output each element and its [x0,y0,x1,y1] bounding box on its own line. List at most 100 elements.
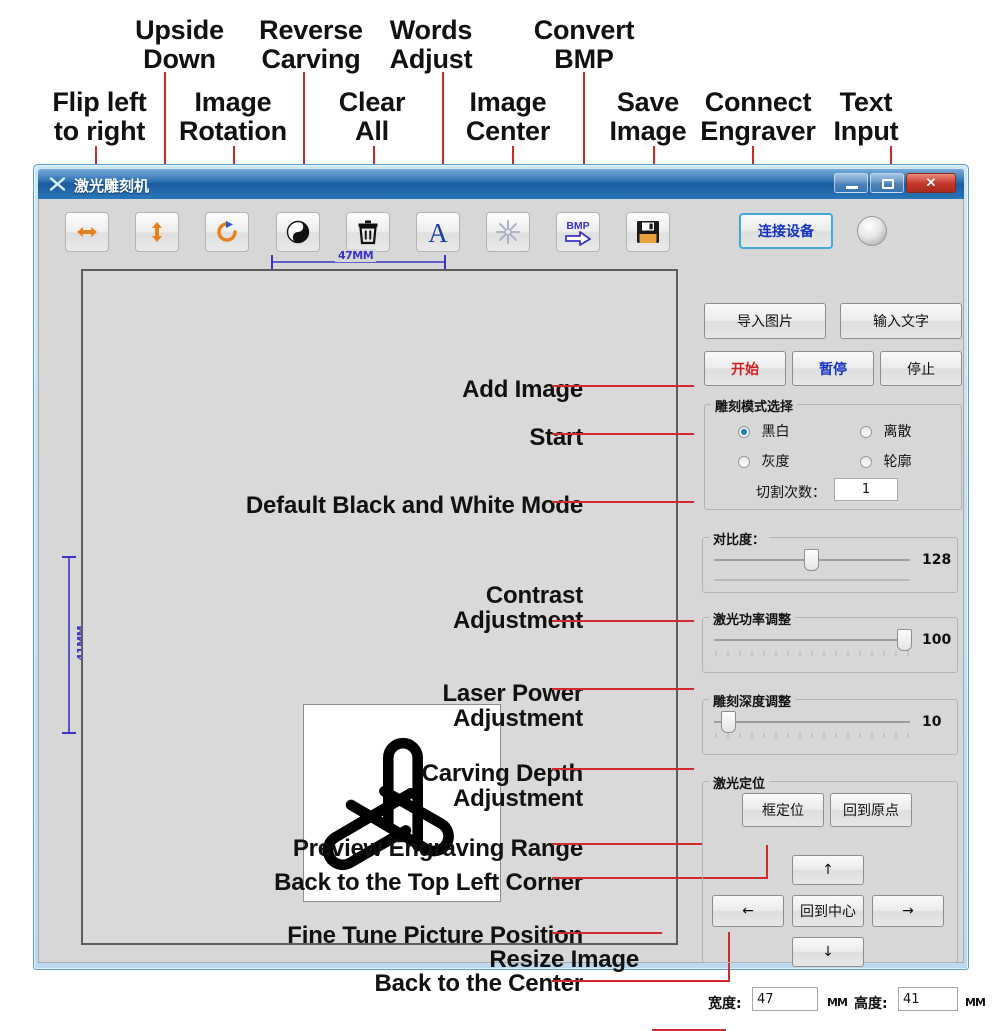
frame-locate-button[interactable]: 框定位 [742,793,824,827]
laser-power-value: 100 [922,632,952,648]
laser-power-group: 激光功率调整 [702,609,958,673]
cut-count-value: 1 [861,482,871,497]
mode-option-bw[interactable]: 黑白 [738,421,789,441]
contrast-value: 128 [922,552,952,568]
annotation-resize-image: Resize Image [489,946,639,973]
title-bar: 激光雕刻机 ✕ [38,169,964,199]
window-client-area: A BMP 连接设备 47MM Add Image Start Default … [38,199,986,1031]
minimize-button[interactable] [834,173,868,193]
text-input-button[interactable]: 输入文字 [840,303,962,339]
height-input[interactable]: 41 [898,987,958,1011]
close-icon: ✕ [925,175,937,190]
toolbar-save-image-button[interactable] [626,212,670,252]
width-unit: MM [827,996,848,1009]
frame-locate-label: 框定位 [762,803,804,819]
maximize-icon [882,179,894,189]
annotation-image-rotation: Image Rotation [179,87,287,146]
window-title: 激光雕刻机 [74,177,150,195]
width-input[interactable]: 47 [752,987,818,1011]
contrast-group-title: 对比度： [709,529,770,548]
laser-power-slider-ticks [715,651,909,656]
carving-depth-value: 10 [922,714,942,730]
annotation-back-to-the-center: Back to the Center [374,970,584,997]
mode-option-bw-label: 黑白 [761,424,790,440]
toolbar-flip-horizontal-button[interactable] [65,212,109,252]
toolbar-image-center-button[interactable] [486,212,530,252]
flip-vertical-icon [152,222,162,242]
radio-gray-icon [738,456,750,468]
annotation-start: Start [529,424,583,451]
start-button[interactable]: 开始 [704,351,786,386]
move-right-button[interactable]: → [872,895,944,927]
minimize-icon [846,186,858,189]
pause-label: 暂停 [819,361,847,378]
app-logo-icon [49,177,66,191]
annotation-fine-tune-picture-position: Fine Tune Picture Position [287,922,583,949]
invert-icon [286,220,310,244]
toolbar-flip-vertical-button[interactable] [135,212,179,252]
laser-power-slider-thumb[interactable] [897,629,912,651]
annotation-image-center: Image Center [465,87,551,146]
mode-option-gray-label: 灰度 [761,454,790,470]
contrast-slider-thumb[interactable] [804,549,819,571]
cut-count-input[interactable]: 1 [834,478,898,501]
maximize-button[interactable] [870,173,904,193]
mode-option-dither[interactable]: 离散 [860,421,911,441]
move-up-button[interactable]: ↑ [792,855,864,885]
toolbar-invert-button[interactable] [276,212,320,252]
radio-outline-icon [860,456,872,468]
move-down-button[interactable]: ↓ [792,937,864,967]
contrast-group: 对比度： [702,529,958,593]
annotation-default-bw-mode: Default Black and White Mode [245,492,583,519]
toolbar-clear-all-button[interactable] [346,212,390,252]
titlebar-gloss [38,169,964,183]
laser-power-slider-track[interactable] [714,639,910,641]
annotation-flip-left-to-right: Flip left to right [52,87,147,146]
toolbar-words-adjust-button[interactable]: A [416,212,460,252]
move-left-button[interactable]: ← [712,895,784,927]
annotation-words-adjust: Words Adjust [389,15,473,74]
contrast-slider-track-shadow [714,579,910,581]
move-right-label: → [902,903,914,919]
svg-text:BMP: BMP [566,220,589,232]
mode-option-gray[interactable]: 灰度 [738,451,789,471]
pause-button[interactable]: 暂停 [792,351,874,386]
move-down-label: ↓ [822,944,834,960]
leader-preview-engraving-range [552,843,702,845]
stop-label: 停止 [907,361,935,378]
mode-option-outline[interactable]: 轮廓 [860,451,911,471]
import-image-button[interactable]: 导入图片 [704,303,826,339]
leader-add-image [552,385,694,387]
close-button[interactable]: ✕ [906,173,956,193]
move-up-label: ↑ [822,862,834,878]
engraving-mode-group-title: 雕刻模式选择 [711,396,798,415]
carving-depth-slider-track[interactable] [714,721,910,723]
laser-positioning-group-title: 激光定位 [709,773,770,792]
start-label: 开始 [731,361,759,378]
width-label: 宽度: [708,996,742,1012]
text-letter-icon: A [428,218,448,246]
annotation-text-input: Text Input [833,87,899,146]
carving-depth-group-title: 雕刻深度调整 [709,691,796,710]
carving-depth-group: 雕刻深度调整 [702,691,958,755]
back-to-origin-button[interactable]: 回到原点 [830,793,912,827]
annotation-contrast-adjustment: Contrast Adjustment [452,582,583,635]
mode-option-outline-label: 轮廓 [883,454,912,470]
toolbar-rotate-button[interactable] [205,212,249,252]
annotation-carving-depth-adjustment: Carving Depth Adjustment [421,760,584,813]
move-left-label: ← [742,903,754,919]
leader-laser-power-adjustment [552,688,694,690]
back-to-center-button[interactable]: 回到中心 [792,895,864,927]
leader-default-bw-mode [552,501,694,503]
height-label: 高度: [854,996,888,1012]
control-panel: 导入图片 输入文字 开始 暂停 停止 雕刻模式选择 黑白 离散 灰度 轮廓 切割… [694,199,986,1012]
trash-icon [358,220,378,245]
rotate-icon [217,221,237,242]
back-to-origin-label: 回到原点 [843,803,899,819]
text-input-label: 输入文字 [873,314,929,330]
toolbar-convert-bmp-button[interactable]: BMP [556,212,600,252]
width-value: 47 [757,991,774,1007]
stop-button[interactable]: 停止 [880,351,962,386]
cut-count-label-wrap: 切割次数： [756,482,826,502]
carving-depth-slider-thumb[interactable] [721,711,736,733]
